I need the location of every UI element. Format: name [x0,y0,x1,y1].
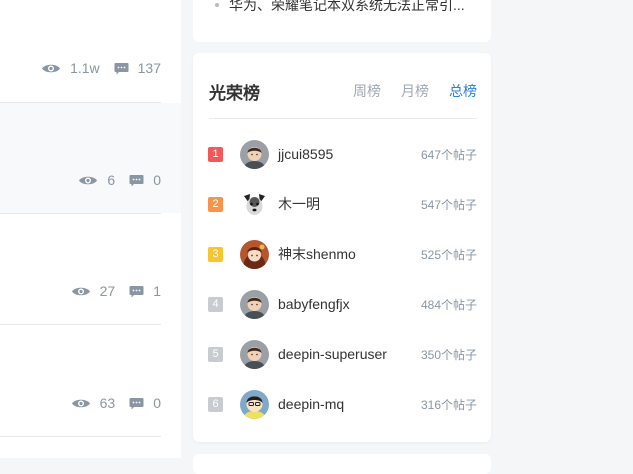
comments-count: 137 [137,60,161,76]
tab-monthly[interactable]: 月榜 [401,81,429,101]
post-stats: 63 0 [57,395,161,411]
post-stats: 27 1 [57,283,161,299]
ranking-row[interactable]: 6 deepin-mq 316个帖子 [208,389,477,419]
comments-stat: 0 [129,172,161,188]
comments-stat: 137 [114,60,161,76]
rank-badge: 1 [208,146,223,162]
avatar[interactable] [240,289,269,319]
ranking-row[interactable]: 5 deepin-superuser 350个帖子 [208,339,477,369]
username-link[interactable]: babyfengfjx [278,296,421,312]
next-card [193,454,491,474]
comment-icon [129,285,144,297]
post-divider [0,436,161,437]
post-count: 547个帖子 [420,197,477,212]
hot-topics-card: 华为、荣耀笔记本双系统无法正常引... [193,0,491,42]
ranking-divider [209,118,477,119]
hot-topic-link[interactable]: 华为、荣耀笔记本双系统无法正常引... [229,0,465,15]
comments-count: 0 [153,172,161,188]
views-stat: 63 [71,395,116,411]
ranking-tabs: 周榜 月榜 总榜 [333,81,477,101]
ranking-row[interactable]: 4 babyfengfjx 484个帖子 [208,289,477,319]
eye-icon [79,176,98,184]
rank-badge: 3 [208,246,223,262]
eye-icon [42,64,61,72]
post-stats: 6 0 [64,172,161,188]
comment-icon [129,174,144,186]
avatar[interactable] [240,389,269,419]
post-divider [0,324,161,325]
tab-overall[interactable]: 总榜 [449,81,477,101]
avatar[interactable] [240,239,269,269]
post-stats: 1.1w 137 [27,60,161,76]
tab-weekly[interactable]: 周榜 [353,81,381,101]
views-stat: 6 [78,172,115,188]
post-count: 350个帖子 [420,347,477,362]
post-item-highlighted[interactable] [0,103,181,213]
username-link[interactable]: 神末shenmo [278,244,421,264]
bullet-dot [215,3,219,7]
username-link[interactable]: deepin-mq [278,396,421,412]
ranking-row[interactable]: 1 jjcui8595 647个帖子 [208,139,477,169]
post-count: 525个帖子 [420,247,477,262]
eye-icon [71,399,90,407]
post-count: 484个帖子 [420,297,477,312]
comments-stat: 0 [129,395,161,411]
username-link[interactable]: jjcui8595 [278,146,421,162]
comment-icon [114,62,129,74]
avatar[interactable] [240,139,269,169]
comment-icon [129,397,144,409]
comments-count: 0 [153,395,161,411]
ranking-row[interactable]: 2 木一明 547个帖子 [208,189,477,219]
post-count: 647个帖子 [420,147,477,162]
rank-badge: 5 [208,346,223,362]
views-count: 6 [107,172,116,188]
rank-badge: 4 [208,296,223,312]
ranking-title: 光荣榜 [209,84,260,103]
post-count: 316个帖子 [420,397,477,412]
hot-topic-item[interactable]: 华为、荣耀笔记本双系统无法正常引... [215,0,465,15]
views-stat: 1.1w [41,60,100,76]
views-count: 27 [99,283,116,299]
post-list: 1.1w 137 6 0 27 1 63 0 [0,0,181,458]
avatar[interactable] [240,189,269,219]
views-count: 63 [99,395,116,411]
post-divider [0,213,161,214]
views-count: 1.1w [70,60,100,76]
rank-badge: 6 [208,396,223,412]
avatar[interactable] [240,339,269,369]
eye-icon [71,287,90,295]
username-link[interactable]: 木一明 [278,194,421,214]
views-stat: 27 [71,283,116,299]
rank-badge: 2 [208,196,223,212]
username-link[interactable]: deepin-superuser [278,346,421,362]
ranking-card: 光荣榜 周榜 月榜 总榜 1 jjcui8595 647个帖子 2 木一明 547个帖子 3… [193,53,491,442]
ranking-row[interactable]: 3 神末shenmo 525个帖子 [208,239,477,269]
comments-count: 1 [153,283,161,299]
comments-stat: 1 [129,283,161,299]
